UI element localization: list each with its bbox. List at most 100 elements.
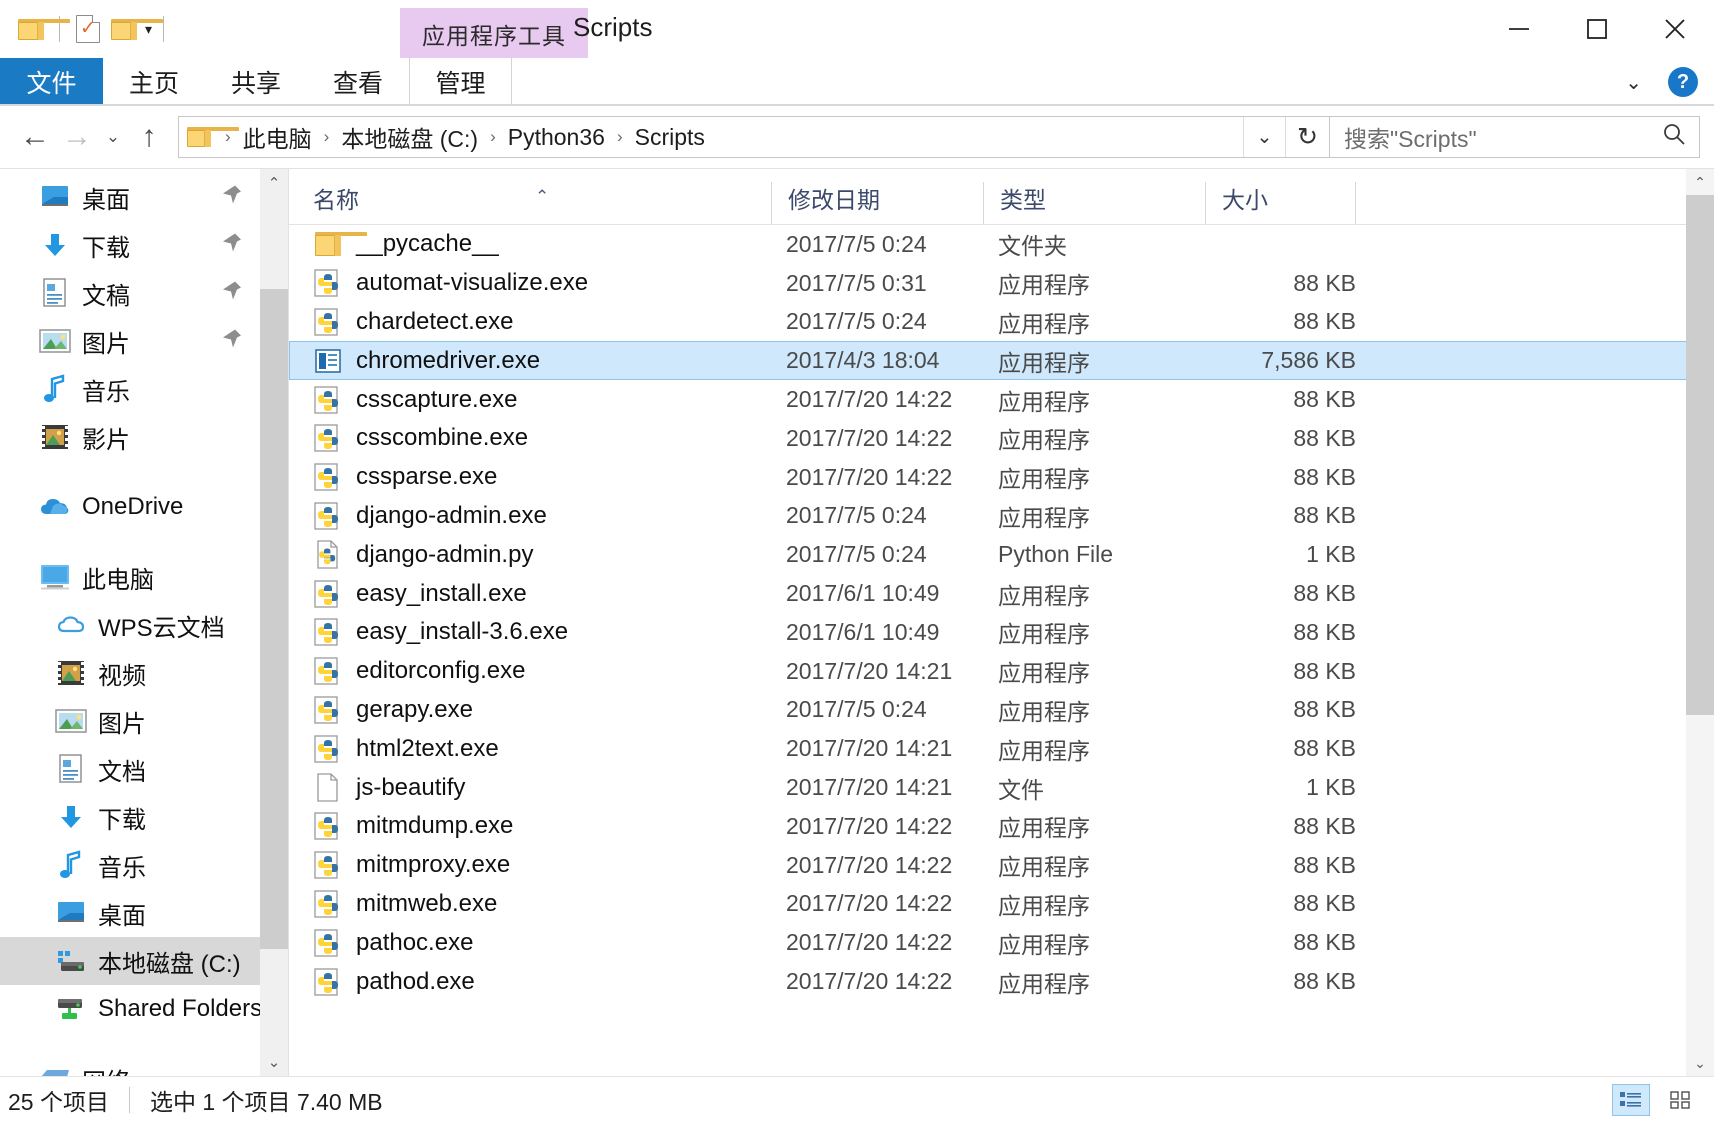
breadcrumb-bar[interactable]: › 此电脑 › 本地磁盘 (C:) › Python36 › Scripts ⌄… [178, 116, 1330, 158]
file-date: 2017/6/1 10:49 [786, 618, 940, 645]
tab-share[interactable]: 共享 [205, 58, 307, 106]
sidebar-item-documents-pc[interactable]: 文档 [0, 745, 288, 793]
sidebar-item-desktop[interactable]: 桌面 [0, 173, 288, 221]
column-header-size[interactable]: 大小 [1205, 182, 1355, 224]
scroll-up-icon[interactable]: ⌃ [260, 169, 288, 197]
sidebar-item-music-pc[interactable]: 音乐 [0, 841, 288, 889]
breadcrumb-separator-3[interactable]: › [617, 127, 623, 147]
maximize-button[interactable] [1558, 0, 1636, 58]
table-row[interactable]: mitmweb.exe 2017/7/20 14:22 应用程序 88 KB [289, 885, 1714, 924]
videos-icon [54, 659, 88, 687]
breadcrumb-item-scripts[interactable]: Scripts [633, 124, 707, 151]
scroll-up-icon[interactable]: ⌃ [1686, 169, 1714, 195]
sidebar-item-shared-folders[interactable]: Shared Folders [0, 985, 288, 1033]
sidebar-item-desktop-pc[interactable]: 桌面 [0, 889, 288, 937]
table-row[interactable]: mitmproxy.exe 2017/7/20 14:22 应用程序 88 KB [289, 846, 1714, 885]
sidebar-item-music[interactable]: 音乐 [0, 365, 288, 413]
column-header-type[interactable]: 类型 [983, 182, 1205, 224]
sidebar-item-wps-cloud[interactable]: WPS云文档 [0, 601, 288, 649]
column-header-name[interactable]: 名称 ⌃ [289, 181, 771, 224]
file-size: 88 KB [1293, 929, 1356, 956]
table-row[interactable]: pathoc.exe 2017/7/20 14:22 应用程序 88 KB [289, 923, 1714, 962]
scroll-down-icon[interactable]: ⌄ [260, 1048, 288, 1076]
python-exe-icon [312, 810, 344, 842]
help-icon[interactable]: ? [1668, 67, 1698, 97]
file-date: 2017/7/5 0:24 [786, 308, 927, 335]
column-header-date[interactable]: 修改日期 [771, 182, 983, 224]
sidebar-item-documents[interactable]: 文稿 [0, 269, 288, 317]
checked-document-icon[interactable] [71, 12, 105, 46]
file-size: 88 KB [1293, 502, 1356, 529]
breadcrumb-item-local-disk[interactable]: 本地磁盘 (C:) [339, 120, 480, 154]
refresh-icon[interactable]: ↻ [1285, 117, 1329, 157]
breadcrumb-separator-2[interactable]: › [490, 127, 496, 147]
sidebar-item-downloads-pc[interactable]: 下载 [0, 793, 288, 841]
breadcrumb-item-this-pc[interactable]: 此电脑 [241, 120, 314, 154]
table-row-selected[interactable]: chromedriver.exe 2017/4/3 18:04 应用程序 7,5… [289, 341, 1714, 381]
ribbon-tabs: 文件 主页 共享 查看 管理 ⌄ ? [0, 58, 1714, 106]
sidebar-item-videos-pc[interactable]: 视频 [0, 649, 288, 697]
tab-home[interactable]: 主页 [103, 58, 205, 106]
tab-view[interactable]: 查看 [307, 58, 409, 106]
pin-icon[interactable] [220, 327, 244, 356]
download-icon [38, 231, 72, 259]
breadcrumb-item-python36[interactable]: Python36 [506, 124, 607, 151]
table-row[interactable]: mitmdump.exe 2017/7/20 14:22 应用程序 88 KB [289, 807, 1714, 846]
sidebar-item-videos[interactable]: 影片 [0, 413, 288, 461]
tab-manage[interactable]: 管理 [409, 58, 513, 106]
scrollbar-thumb[interactable] [260, 289, 288, 949]
details-view-icon[interactable] [1612, 1083, 1650, 1116]
search-input[interactable]: 搜索"Scripts" [1330, 116, 1700, 158]
up-button[interactable]: ↑ [128, 116, 170, 158]
chevron-down-icon[interactable]: ▾ [145, 21, 152, 38]
sidebar-item-network[interactable]: 网络 [0, 1055, 288, 1076]
table-row[interactable]: django-admin.exe 2017/7/5 0:24 应用程序 88 K… [289, 497, 1714, 536]
table-row[interactable]: csscombine.exe 2017/7/20 14:22 应用程序 88 K… [289, 419, 1714, 458]
table-row[interactable]: html2text.exe 2017/7/20 14:21 应用程序 88 KB [289, 729, 1714, 768]
table-row[interactable]: __pycache__ 2017/7/5 0:24 文件夹 [289, 225, 1714, 264]
sidebar-item-this-pc[interactable]: 此电脑 [0, 553, 288, 601]
pin-icon[interactable] [220, 183, 244, 212]
sidebar-scrollbar[interactable]: ⌃ ⌄ [260, 169, 288, 1076]
back-button[interactable]: ← [14, 116, 56, 158]
pin-icon[interactable] [220, 279, 244, 308]
breadcrumb-separator-1[interactable]: › [324, 127, 330, 147]
folder-icon[interactable] [14, 12, 70, 46]
table-row[interactable]: automat-visualize.exe 2017/7/5 0:31 应用程序… [289, 264, 1714, 303]
table-row[interactable]: csscapture.exe 2017/7/20 14:22 应用程序 88 K… [289, 380, 1714, 419]
forward-button[interactable]: → [56, 116, 98, 158]
large-icons-view-icon[interactable] [1662, 1084, 1700, 1116]
table-row[interactable]: chardetect.exe 2017/7/5 0:24 应用程序 88 KB [289, 303, 1714, 342]
scroll-down-icon[interactable]: ⌄ [1686, 1050, 1714, 1076]
table-row[interactable]: cssparse.exe 2017/7/20 14:22 应用程序 88 KB [289, 458, 1714, 497]
table-row[interactable]: gerapy.exe 2017/7/5 0:24 应用程序 88 KB [289, 691, 1714, 730]
close-button[interactable] [1636, 0, 1714, 58]
table-row[interactable]: django-admin.py 2017/7/5 0:24 Python Fil… [289, 535, 1714, 574]
sidebar-item-onedrive[interactable]: OneDrive [0, 483, 288, 531]
table-row[interactable]: easy_install-3.6.exe 2017/6/1 10:49 应用程序… [289, 613, 1714, 652]
sidebar-item-pictures-pc[interactable]: 图片 [0, 697, 288, 745]
sidebar-item-pictures[interactable]: 图片 [0, 317, 288, 365]
file-list-scrollbar[interactable]: ⌃ ⌄ [1686, 169, 1714, 1076]
chevron-down-icon[interactable]: ⌄ [1243, 117, 1285, 157]
minimize-button[interactable] [1480, 0, 1558, 58]
sidebar-item-downloads[interactable]: 下载 [0, 221, 288, 269]
chevron-down-icon[interactable]: ⌄ [1625, 70, 1642, 95]
file-date: 2017/7/20 14:22 [786, 890, 953, 917]
table-row[interactable]: pathod.exe 2017/7/20 14:22 应用程序 88 KB [289, 962, 1714, 1001]
breadcrumb: › 此电脑 › 本地磁盘 (C:) › Python36 › Scripts [179, 120, 1243, 154]
scrollbar-thumb[interactable] [1686, 195, 1714, 715]
table-row[interactable]: editorconfig.exe 2017/7/20 14:21 应用程序 88… [289, 652, 1714, 691]
sidebar-item-local-disk-c[interactable]: 本地磁盘 (C:) [0, 937, 288, 985]
pin-icon[interactable] [220, 231, 244, 260]
sidebar-label: 音乐 [82, 378, 130, 406]
selection-summary: 选中 1 个项目 7.40 MB [149, 1088, 383, 1115]
table-row[interactable]: js-beautify 2017/7/20 14:21 文件 1 KB [289, 768, 1714, 807]
file-date: 2017/7/20 14:22 [786, 386, 953, 413]
file-size: 88 KB [1293, 580, 1356, 607]
search-icon[interactable] [1661, 121, 1687, 153]
folder-new-icon[interactable] [107, 12, 163, 46]
table-row[interactable]: easy_install.exe 2017/6/1 10:49 应用程序 88 … [289, 574, 1714, 613]
tab-file[interactable]: 文件 [0, 58, 103, 106]
recent-locations-icon[interactable]: ⌄ [98, 116, 128, 158]
